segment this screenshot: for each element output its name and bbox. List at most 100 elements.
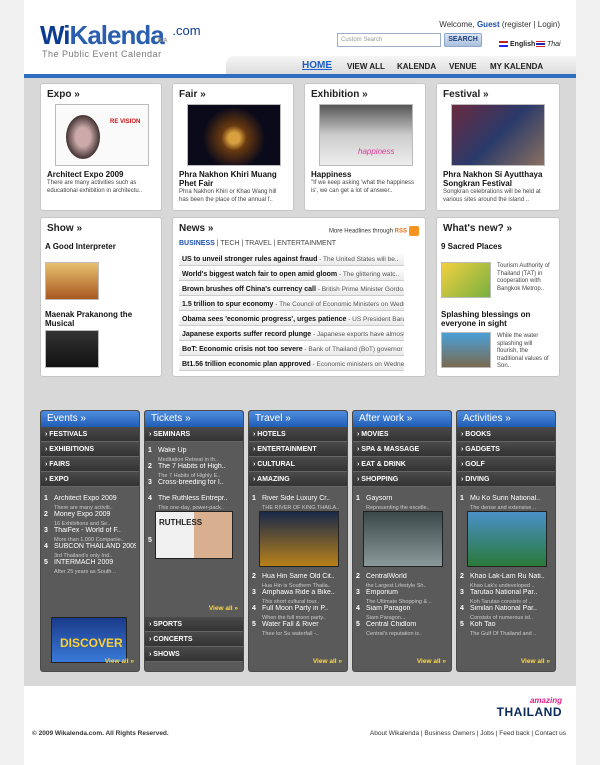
column-item[interactable]: 4 Siam Paragon Siam Paragon... bbox=[356, 605, 450, 622]
show-image-1[interactable] bbox=[45, 262, 99, 300]
category-link[interactable]: › MOVIES bbox=[353, 427, 451, 442]
show-item-2[interactable]: Maenak Prakanong the Musical bbox=[39, 310, 149, 328]
expo-image[interactable]: RE VISION bbox=[55, 104, 149, 166]
login-link[interactable]: Login) bbox=[538, 20, 560, 29]
category-link[interactable]: › BOOKS bbox=[457, 427, 555, 442]
news-headline[interactable]: 1.5 trillion to spur economy bbox=[182, 301, 273, 308]
column-item[interactable]: 2 The 7 Habits of High.. The 7 Habits of H… bbox=[148, 463, 242, 480]
item-title[interactable]: Amphawa Ride a Bike.. bbox=[262, 589, 344, 597]
expo-item-title[interactable]: Architect Expo 2009 bbox=[41, 170, 129, 179]
news-row[interactable]: Obama sees 'economic progress', urges pa… bbox=[179, 313, 404, 326]
show-item-1[interactable]: A Good Interpreter bbox=[39, 242, 122, 251]
item-title[interactable]: Emporium bbox=[366, 589, 448, 597]
column-image[interactable] bbox=[467, 511, 547, 567]
item-title[interactable]: Koh Tao bbox=[470, 621, 552, 629]
column-image[interactable]: RUTHLESS bbox=[155, 511, 233, 559]
whats-new-title[interactable]: What's new? » bbox=[437, 218, 559, 234]
category-link[interactable]: › ENTERTAINMENT bbox=[249, 442, 347, 457]
festival-item-title[interactable]: Phra Nakhon Si Ayutthaya Songkran Festiv… bbox=[437, 170, 559, 188]
column-item[interactable]: 4 SUBCON THAILAND 2009 3rd Thailand's only… bbox=[44, 543, 138, 560]
category-link[interactable]: › SHOWS bbox=[145, 647, 243, 662]
exhibition-item-title[interactable]: Happiness bbox=[305, 170, 357, 179]
column-item[interactable]: 4 The Ruthless Entrepr.. This one-day, pow… bbox=[148, 495, 242, 512]
column-item[interactable]: 5 INTERMACH 2009 After 25 years as South .… bbox=[44, 559, 138, 576]
item-title[interactable]: Wake Up bbox=[158, 447, 240, 455]
show-image-2[interactable] bbox=[45, 330, 99, 368]
column-title[interactable]: Events » bbox=[41, 411, 139, 427]
fair-title[interactable]: Fair » bbox=[173, 84, 293, 100]
column-title[interactable]: After work » bbox=[353, 411, 451, 427]
item-title[interactable]: River Side Luxury Cr.. bbox=[262, 495, 344, 503]
category-link[interactable]: › EAT & DRINK bbox=[353, 457, 451, 472]
register-link[interactable]: (register bbox=[502, 20, 531, 29]
search-button[interactable]: SEARCH bbox=[444, 33, 482, 47]
nav-home[interactable]: HOME bbox=[302, 60, 332, 71]
column-item[interactable]: 2 Khao Lak-Lam Ru Nati.. Khao Lak's undeve… bbox=[460, 573, 554, 590]
category-link[interactable]: › FESTIVALS bbox=[41, 427, 139, 442]
exhibition-image[interactable]: happiness bbox=[319, 104, 413, 166]
news-row[interactable]: 1.5 trillion to spur economy - The Counc… bbox=[179, 298, 404, 311]
category-link[interactable]: › SPORTS bbox=[145, 617, 243, 632]
column-title[interactable]: Tickets » bbox=[145, 411, 243, 427]
whats-new-item-2-title[interactable]: Splashing blessings on everyone in sight bbox=[435, 310, 555, 328]
footer-links[interactable]: About Wikalenda | Business Owners | Jobs… bbox=[370, 730, 566, 737]
column-item[interactable]: 4 Similan National Par.. Consists of numer… bbox=[460, 605, 554, 622]
news-headline[interactable]: Obama sees 'economic progress', urges pa… bbox=[182, 316, 346, 323]
item-title[interactable]: Full Moon Party in P.. bbox=[262, 605, 344, 613]
column-title[interactable]: Travel » bbox=[249, 411, 347, 427]
news-headline[interactable]: Bt1.56 trillion economic plan approved bbox=[182, 361, 311, 368]
fair-item-title[interactable]: Phra Nakhon Khiri Muang Phet Fair bbox=[173, 170, 293, 188]
whats-new-item-1-title[interactable]: 9 Sacred Places bbox=[435, 242, 508, 251]
column-item[interactable]: 2 CentralWorld the Largest Lifestyle Sh.. bbox=[356, 573, 450, 590]
category-link[interactable]: › SEMINARS bbox=[145, 427, 243, 442]
column-item[interactable]: 5 Water Fall & River Thee lor Su waterfall… bbox=[252, 621, 346, 638]
festival-image[interactable] bbox=[451, 104, 545, 166]
item-title[interactable]: SUBCON THAILAND 2009 bbox=[54, 543, 136, 551]
item-title[interactable]: Central Chidlom bbox=[366, 621, 448, 629]
item-title[interactable]: Similan National Par.. bbox=[470, 605, 552, 613]
column-item[interactable]: 5 Koh Tao The Gulf Of Thailand and .. bbox=[460, 621, 554, 638]
category-link[interactable]: › DIVING bbox=[457, 472, 555, 487]
column-item[interactable]: 4 Full Moon Party in P.. When the full moo… bbox=[252, 605, 346, 622]
column-item[interactable]: 1 Architect Expo 2009 There are many activ… bbox=[44, 495, 138, 512]
news-headline[interactable]: World's biggest watch fair to open amid … bbox=[182, 271, 337, 278]
column-item[interactable]: 3 Amphawa Ride a Bike.. This short cultura… bbox=[252, 589, 346, 606]
expo-title[interactable]: Expo » bbox=[41, 84, 161, 100]
column-title[interactable]: Activities » bbox=[457, 411, 555, 427]
view-all-link[interactable]: View all » bbox=[209, 605, 238, 612]
news-tabs-other[interactable]: | TECH | TRAVEL | ENTERTAINMENT bbox=[217, 240, 336, 247]
exhibition-title[interactable]: Exhibition » bbox=[305, 84, 425, 100]
item-title[interactable]: Gaysorn bbox=[366, 495, 448, 503]
amazing-thailand-logo[interactable]: amazing THAILAND bbox=[497, 696, 562, 719]
column-item[interactable]: 3 Tarutao National Par.. Koh Tarutao consi… bbox=[460, 589, 554, 606]
column-image[interactable] bbox=[259, 511, 339, 567]
column-item[interactable]: 3 Cross-breeding for I.. bbox=[148, 479, 242, 489]
column-image[interactable]: DISCOVER bbox=[51, 617, 127, 663]
news-row[interactable]: World's biggest watch fair to open amid … bbox=[179, 268, 404, 281]
news-row[interactable]: Japanese exports suffer record plunge - … bbox=[179, 328, 404, 341]
category-link[interactable]: › AMAZING bbox=[249, 472, 347, 487]
category-link[interactable]: › HOTELS bbox=[249, 427, 347, 442]
category-link[interactable]: › GOLF bbox=[457, 457, 555, 472]
more-headlines-link[interactable]: More Headlines through RSS bbox=[329, 226, 419, 236]
category-link[interactable]: › SPA & MASSAGE bbox=[353, 442, 451, 457]
column-item[interactable]: 3 ThaiFex - World of F.. More than 1,000 C… bbox=[44, 527, 138, 544]
guest-link[interactable]: Guest bbox=[477, 20, 500, 29]
column-item[interactable]: 1 Mu Ko Surin National.. The dense and ext… bbox=[460, 495, 554, 512]
view-all-link[interactable]: View all » bbox=[313, 658, 342, 665]
item-title[interactable]: Siam Paragon bbox=[366, 605, 448, 613]
news-headline[interactable]: US to unveil stronger rules against frau… bbox=[182, 256, 317, 263]
item-title[interactable]: Architect Expo 2009 bbox=[54, 495, 136, 503]
category-link[interactable]: › CULTURAL bbox=[249, 457, 347, 472]
column-item[interactable]: 5 Central Chidlom Central's reputation is.… bbox=[356, 621, 450, 638]
column-item[interactable]: 2 Hua Hin Same Old Cit.. Hua Hin is Southe… bbox=[252, 573, 346, 590]
item-title[interactable]: Water Fall & River bbox=[262, 621, 344, 629]
news-row[interactable]: BoT: Economic crisis not too severe - Ba… bbox=[179, 343, 404, 356]
nav-kalenda[interactable]: KALENDA bbox=[397, 62, 436, 71]
news-tab-business[interactable]: BUSINESS bbox=[179, 240, 215, 247]
item-title[interactable]: Mu Ko Surin National.. bbox=[470, 495, 552, 503]
item-title[interactable]: Khao Lak-Lam Ru Nati.. bbox=[470, 573, 552, 581]
lang-thai[interactable]: Thai bbox=[536, 41, 561, 48]
category-link[interactable]: › GADGETS bbox=[457, 442, 555, 457]
column-item[interactable]: 3 Emporium The Ultimate Shopping & .. bbox=[356, 589, 450, 606]
